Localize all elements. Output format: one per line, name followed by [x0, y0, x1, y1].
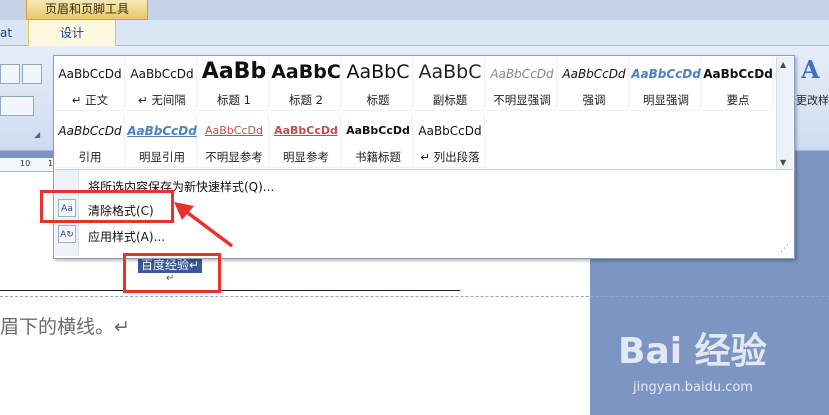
- style-name: 要点: [726, 93, 750, 107]
- dialog-launcher-icon[interactable]: ◢: [34, 130, 40, 139]
- annotation-box-clear-formatting: [40, 190, 174, 223]
- header-boundary: [0, 296, 829, 297]
- header-footer-tools-tab[interactable]: 页眉和页脚工具: [26, 0, 148, 20]
- style-name: 标题 2: [289, 93, 323, 107]
- style-cell[interactable]: AaBbC 副标题: [415, 57, 485, 111]
- style-cell[interactable]: AaBbCcDd ↵ 列出段落: [415, 114, 485, 168]
- style-name: 书籍标题: [355, 150, 401, 164]
- style-name: 明显引用: [139, 150, 185, 164]
- style-name: 副标题: [432, 93, 468, 107]
- style-cell[interactable]: AaBbCcDd ↵ 正文: [55, 57, 125, 111]
- save-as-quick-style-item[interactable]: 将所选内容保存为新快速样式(Q)...: [80, 172, 792, 198]
- style-name: 不明显参考: [205, 150, 263, 164]
- style-sample: AaBbC: [346, 61, 410, 83]
- style-cell[interactable]: AaBbCcDd 不明显参考: [199, 114, 269, 168]
- style-name: ↵ 无间隔: [138, 93, 186, 107]
- style-sample: AaBbCcDd: [703, 67, 773, 81]
- show-marks-button[interactable]: [22, 64, 42, 84]
- sort-button[interactable]: [0, 64, 20, 84]
- style-cell[interactable]: AaBbCcDd 书籍标题: [343, 114, 413, 168]
- style-cell[interactable]: AaBbCcDd 引用: [55, 114, 125, 168]
- style-sample: AaBbCcDd: [418, 124, 482, 138]
- menu-label: 应用样式(A)...: [88, 230, 166, 244]
- style-cell[interactable]: AaBbC 标题 2: [271, 57, 341, 111]
- style-sample: AaBbCcDd: [274, 124, 338, 137]
- style-cell[interactable]: AaBb 标题 1: [199, 57, 269, 111]
- style-name: 明显强调: [643, 93, 689, 107]
- style-cell[interactable]: AaBbCcDd 明显参考: [271, 114, 341, 168]
- style-sample: AaBbCcDd: [346, 124, 410, 137]
- scroll-down-icon[interactable]: ▼: [780, 158, 786, 167]
- scroll-up-icon[interactable]: ▲: [780, 60, 786, 69]
- style-sample: AaBbCcDd: [130, 67, 194, 81]
- style-cell[interactable]: AaBbCcDd 强调: [559, 57, 629, 111]
- style-sample: AaBbCcDd: [58, 124, 122, 138]
- style-name: 明显参考: [283, 150, 329, 164]
- style-sample: AaBbC: [418, 61, 482, 83]
- style-cell[interactable]: AaBbCcDd 不明显强调: [487, 57, 557, 111]
- styles-grid: AaBbCcDd ↵ 正文 AaBbCcDd ↵ 无间隔 AaBb 标题 1 AaBbC 标题…: [55, 57, 773, 169]
- tab-format-cut[interactable]: at: [0, 26, 12, 40]
- borders-button[interactable]: [0, 96, 34, 116]
- watermark-logo: Bai 经验: [618, 331, 767, 372]
- gallery-scrollbar[interactable]: [776, 57, 793, 169]
- style-sample: AaBb: [201, 59, 267, 84]
- header-underline: [0, 290, 460, 291]
- arrow-shaft: [182, 208, 234, 248]
- style-name: 引用: [78, 150, 102, 164]
- style-sample: AaBbCcDd: [205, 124, 263, 137]
- change-styles-icon: A: [801, 56, 820, 82]
- style-cell[interactable]: AaBbCcDd ↵ 无间隔: [127, 57, 197, 111]
- ribbon-paragraph-group: ◢: [0, 56, 50, 146]
- style-cell[interactable]: AaBbC 标题: [343, 57, 413, 111]
- watermark-url: jingyan.baidu.com: [633, 380, 753, 395]
- change-styles-label: 更改样: [796, 94, 829, 107]
- style-sample: AaBbCcDd: [490, 67, 554, 81]
- style-name: 标题: [366, 93, 390, 107]
- annotation-arrow: [174, 202, 234, 248]
- annotation-box-header-text: [123, 253, 221, 293]
- style-name: 不明显强调: [493, 93, 551, 107]
- style-name: 强调: [582, 93, 606, 107]
- svg-text:A: A: [801, 56, 820, 82]
- style-sample: AaBbC: [271, 61, 341, 83]
- body-text[interactable]: 眉下的横线。↵: [0, 312, 130, 339]
- style-name: 标题 1: [217, 93, 251, 107]
- style-cell[interactable]: AaBbCcDd 要点: [703, 57, 773, 111]
- style-cell[interactable]: AaBbCcDd 明显引用: [127, 114, 197, 168]
- style-sample: AaBbCcDd: [127, 124, 197, 138]
- style-sample: AaBbCcDd: [631, 67, 701, 81]
- style-name: ↵ 正文: [71, 93, 109, 107]
- style-sample: AaBbCcDd: [562, 67, 626, 81]
- style-cell[interactable]: AaBbCcDd 明显强调: [631, 57, 701, 111]
- menu-separator: [55, 169, 793, 170]
- apply-styles-icon: A↻: [58, 225, 76, 243]
- tab-design[interactable]: 设计: [28, 20, 116, 46]
- resize-grip-icon[interactable]: ⋰: [780, 244, 789, 254]
- ribbon-tabs-row: [0, 20, 829, 46]
- ruler-tick: 10: [20, 159, 31, 168]
- style-name: ↵ 列出段落: [420, 150, 480, 164]
- style-sample: AaBbCcDd: [58, 67, 122, 81]
